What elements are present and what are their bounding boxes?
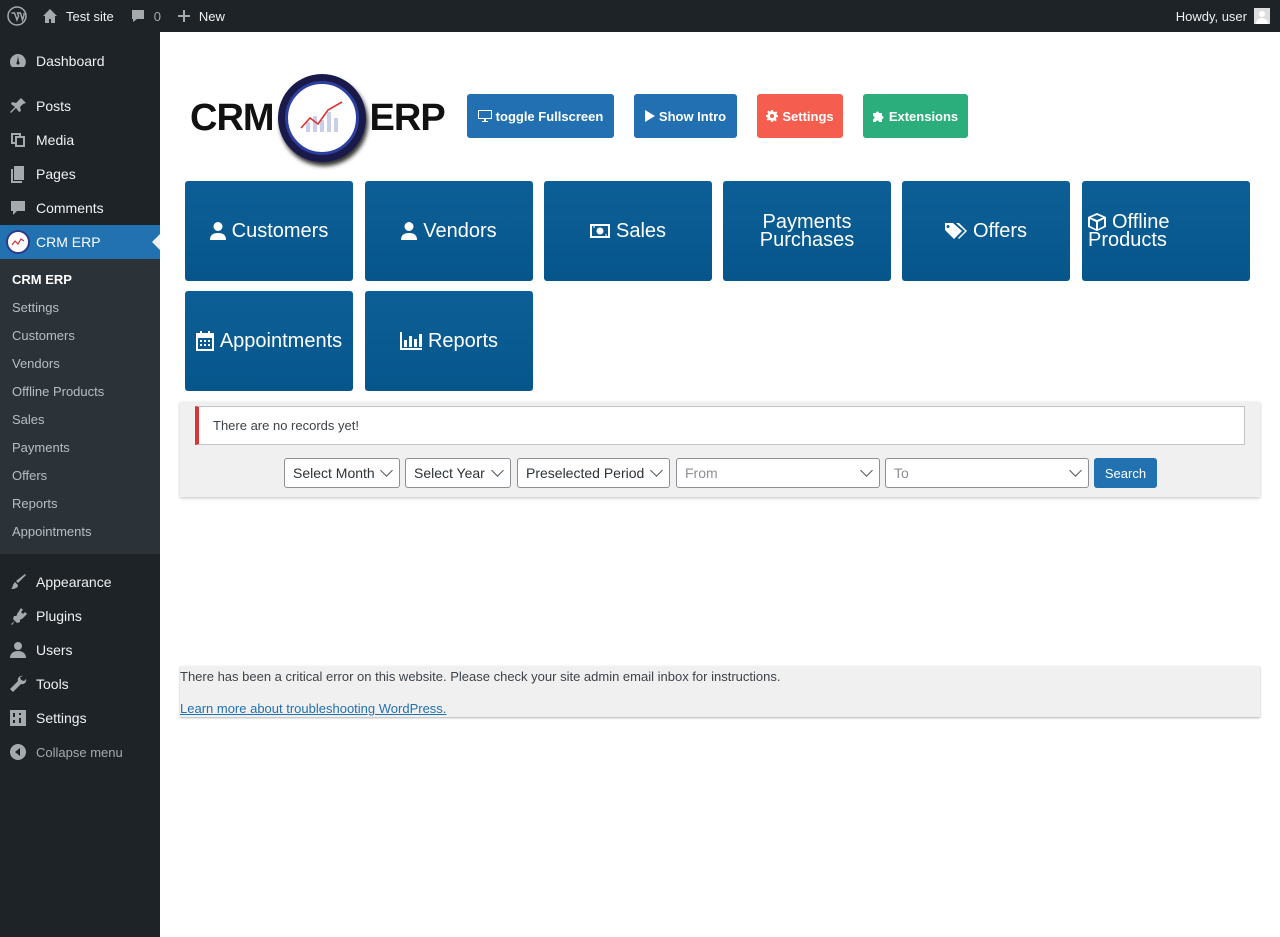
offline-products-label: Offline Products — [1088, 211, 1170, 251]
admin-bar: Test site 0 New Howdy, user — [0, 0, 1280, 32]
site-name: Test site — [66, 8, 114, 24]
submenu-offline-products[interactable]: Offline Products — [0, 378, 160, 406]
critical-error-message: There has been a critical error on this … — [180, 666, 1260, 717]
error-text: There has been a critical error on this … — [180, 669, 781, 684]
comments-link[interactable]: 0 — [122, 0, 169, 32]
chevron-down-icon — [491, 464, 504, 477]
menu-users[interactable]: Users — [0, 633, 160, 667]
chevron-down-icon — [1069, 464, 1082, 477]
tags-icon — [944, 223, 967, 239]
menu-tools[interactable]: Tools — [0, 667, 160, 701]
wrench-icon — [10, 675, 27, 692]
brand-erp-text: ERP — [369, 96, 446, 139]
show-intro-button[interactable]: Show Intro — [634, 94, 737, 138]
chevron-down-icon — [380, 464, 393, 477]
pages-icon — [11, 166, 24, 183]
chart-logo-icon — [277, 74, 366, 162]
site-name-link[interactable]: Test site — [34, 0, 122, 32]
plug-icon — [11, 608, 27, 625]
toggle-fullscreen-button[interactable]: toggle Fullscreen — [467, 94, 614, 138]
crm-erp-logo-icon — [6, 230, 30, 254]
comment-icon — [131, 10, 144, 22]
menu-dashboard[interactable]: Dashboard — [0, 44, 160, 78]
new-label: New — [198, 8, 225, 24]
submenu-offers[interactable]: Offers — [0, 462, 160, 490]
home-icon — [43, 9, 57, 23]
brand-crm-text: CRM — [190, 96, 275, 139]
menu-comments[interactable]: Comments — [0, 191, 160, 225]
play-icon — [644, 110, 655, 122]
vendors-tile[interactable]: Vendors — [365, 181, 533, 281]
submenu-appointments[interactable]: Appointments — [0, 518, 160, 546]
user-icon — [10, 642, 26, 658]
troubleshooting-link[interactable]: Learn more about troubleshooting WordPre… — [180, 701, 446, 716]
appointments-tile[interactable]: Appointments — [185, 291, 353, 391]
collapse-menu-button[interactable]: Collapse menu — [0, 735, 160, 769]
menu-pages[interactable]: Pages — [0, 157, 160, 191]
comment-icon — [11, 201, 25, 215]
to-date-dropdown[interactable]: To — [885, 458, 1089, 488]
search-button[interactable]: Search — [1094, 458, 1157, 488]
avatar — [1254, 8, 1270, 24]
monitor-icon — [477, 110, 492, 122]
media-icon — [11, 133, 25, 147]
from-date-dropdown[interactable]: From — [676, 458, 880, 488]
menu-settings[interactable]: Settings — [0, 701, 160, 735]
records-filter-panel: There are no records yet! Select Month S… — [180, 402, 1260, 497]
puzzle-icon — [872, 111, 884, 122]
bar-chart-icon — [399, 332, 422, 350]
offline-products-tile[interactable]: Offline Products — [1082, 181, 1250, 281]
sliders-icon — [10, 710, 26, 726]
submenu-reports[interactable]: Reports — [0, 490, 160, 518]
money-icon — [589, 224, 610, 238]
chevron-down-icon — [650, 464, 663, 477]
wordpress-logo-icon[interactable] — [0, 0, 34, 32]
sales-tile[interactable]: Sales — [544, 181, 712, 281]
submenu-vendors[interactable]: Vendors — [0, 350, 160, 378]
submenu-sales[interactable]: Sales — [0, 406, 160, 434]
main-content: CRM ERP toggle Fullscreen Show Intro Set… — [160, 32, 1280, 937]
gear-icon — [766, 110, 779, 122]
plus-icon — [177, 10, 190, 22]
crm-erp-submenu: CRM ERP Settings Customers Vendors Offli… — [0, 259, 160, 554]
howdy-text: Howdy, user — [1175, 8, 1247, 24]
comments-count: 0 — [153, 8, 161, 24]
menu-posts[interactable]: Posts — [0, 89, 160, 123]
extensions-button[interactable]: Extensions — [863, 94, 968, 138]
pin-icon — [10, 98, 26, 113]
account-menu[interactable]: Howdy, user — [1176, 0, 1270, 32]
preselected-period-dropdown[interactable]: Preselected Period — [517, 458, 670, 488]
submenu-settings[interactable]: Settings — [0, 294, 160, 322]
submenu-customers[interactable]: Customers — [0, 322, 160, 350]
chevron-down-icon — [860, 464, 873, 477]
settings-button[interactable]: Settings — [757, 94, 843, 138]
select-year-dropdown[interactable]: Select Year — [405, 458, 511, 488]
select-month-dropdown[interactable]: Select Month — [284, 458, 400, 488]
menu-media[interactable]: Media — [0, 123, 160, 157]
offers-tile[interactable]: Offers — [902, 181, 1070, 281]
collapse-icon — [10, 744, 26, 760]
menu-crm-erp[interactable]: CRM ERP — [0, 225, 160, 259]
submenu-payments[interactable]: Payments — [0, 434, 160, 462]
crm-erp-logo: CRM ERP — [190, 72, 450, 164]
admin-sidebar: Dashboard Posts Media Pages Comments CRM… — [0, 32, 160, 937]
dashboard-icon — [10, 54, 26, 67]
user-icon — [401, 222, 418, 240]
brush-icon — [11, 574, 26, 589]
reports-tile[interactable]: Reports — [365, 291, 533, 391]
menu-appearance[interactable]: Appearance — [0, 565, 160, 599]
menu-plugins[interactable]: Plugins — [0, 599, 160, 633]
submenu-crm-erp[interactable]: CRM ERP — [0, 266, 160, 294]
new-content-link[interactable]: New — [169, 0, 233, 32]
calendar-icon — [195, 331, 214, 351]
no-records-notice: There are no records yet! — [195, 406, 1245, 445]
customers-tile[interactable]: Customers — [185, 181, 353, 281]
payments-purchases-tile[interactable]: Payments Purchases — [723, 181, 891, 281]
user-icon — [209, 222, 226, 240]
